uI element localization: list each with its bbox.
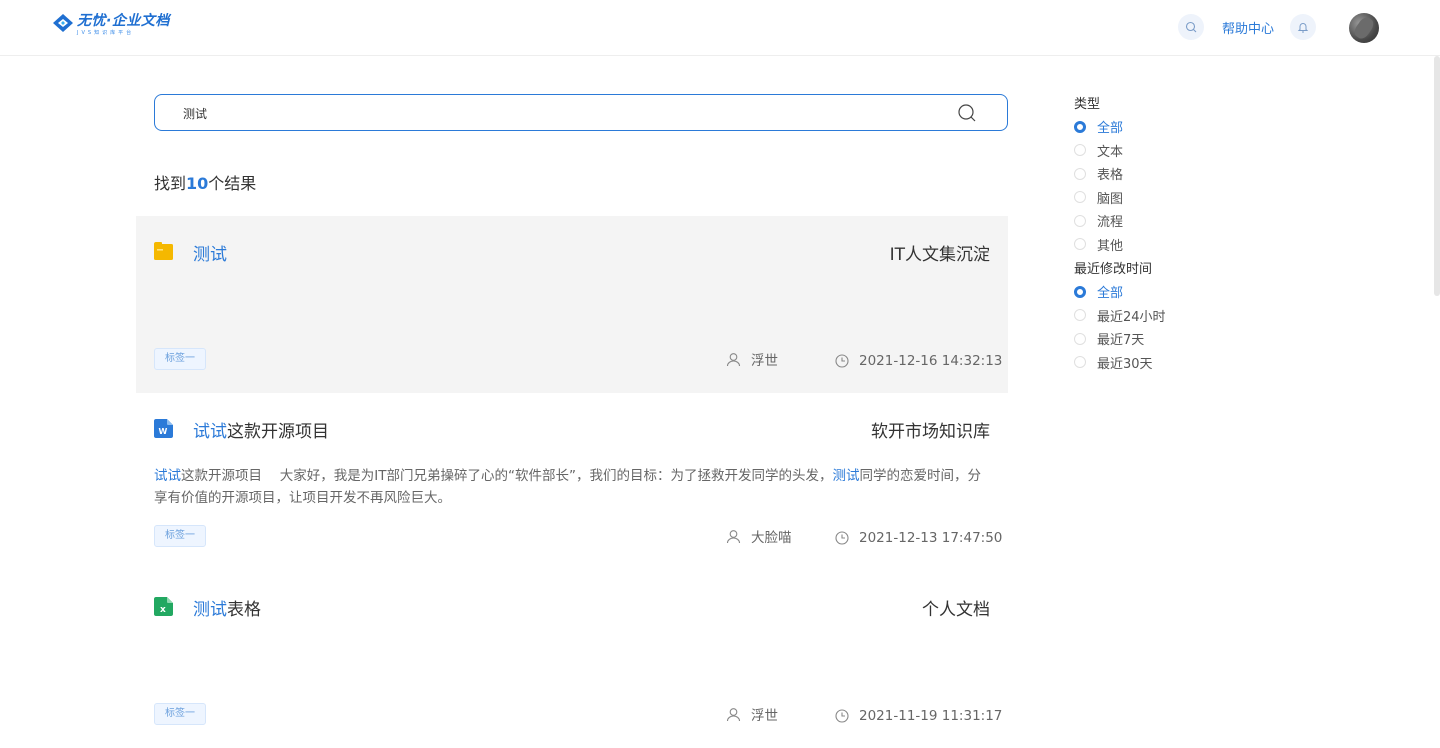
search-input[interactable]: [183, 104, 943, 122]
title-highlight: 试试: [193, 422, 227, 442]
type-option-other[interactable]: 其他: [1074, 233, 1166, 257]
radio-icon: [1074, 120, 1086, 133]
time-option-24h[interactable]: 最近24小时: [1074, 304, 1166, 328]
result-count-prefix: 找到: [154, 174, 187, 193]
user-icon: [726, 707, 741, 721]
result-card[interactable]: W 试试这款开源项目 软开市场知识库 试试这款开源项目 大家好，我是为IT部门兄…: [136, 393, 1008, 570]
word-doc-icon: W: [154, 419, 173, 438]
tag-badge[interactable]: 标签一: [154, 525, 206, 547]
modified-time: 2021-12-13 17:47:50: [835, 530, 1002, 546]
page-scrollbar[interactable]: [1434, 56, 1440, 296]
radio-icon: [1074, 309, 1086, 322]
notifications-button[interactable]: [1290, 14, 1316, 40]
time-option-30d[interactable]: 最近30天: [1074, 351, 1166, 375]
top-navigation-bar: 无忧·企业文档 JVS知识库平台 帮助中心: [0, 0, 1440, 56]
tag-badge[interactable]: 标签一: [154, 703, 206, 725]
knowledge-base-name[interactable]: 软开市场知识库: [871, 417, 990, 442]
time-option-all[interactable]: 全部: [1074, 280, 1166, 304]
type-option-mindmap[interactable]: 脑图: [1074, 186, 1166, 210]
author: 浮世: [726, 349, 778, 369]
excel-sheet-icon: x: [154, 597, 173, 616]
user-avatar[interactable]: [1349, 13, 1379, 43]
type-option-table[interactable]: 表格: [1074, 162, 1166, 186]
clock-icon: [835, 531, 849, 545]
option-label: 最近24小时: [1097, 309, 1166, 325]
option-label: 文本: [1097, 144, 1124, 160]
title-highlight: 测试: [193, 245, 227, 265]
logo-text: 无忧·企业文档: [77, 13, 170, 29]
logo-subtitle: JVS知识库平台: [77, 30, 135, 36]
title-rest: 表格: [227, 600, 261, 620]
radio-icon: [1074, 356, 1086, 369]
search-icon: [1185, 21, 1197, 33]
knowledge-base-name[interactable]: IT人文集沉淀: [890, 240, 990, 265]
result-title[interactable]: 测试: [193, 240, 227, 265]
option-label: 最近30天: [1097, 356, 1153, 372]
option-label: 全部: [1097, 286, 1124, 302]
option-label: 其他: [1097, 238, 1124, 254]
user-icon: [726, 352, 741, 366]
option-label: 流程: [1097, 215, 1124, 231]
radio-icon: [1074, 167, 1086, 180]
modified-time: 2021-12-16 14:32:13: [835, 353, 1002, 369]
option-label: 最近7天: [1097, 333, 1145, 349]
header-search-button[interactable]: [1177, 14, 1204, 40]
app-logo[interactable]: 无忧·企业文档 JVS知识库平台: [52, 13, 170, 43]
type-option-flow[interactable]: 流程: [1074, 209, 1166, 233]
time-text: 2021-11-19 11:31:17: [859, 708, 1003, 724]
result-card[interactable]: x 测试表格 个人文档 标签一 浮世 2021-11-19 11:31:17: [136, 571, 1008, 748]
clock-icon: [835, 354, 849, 368]
time-text: 2021-12-13 17:47:50: [859, 530, 1003, 546]
radio-icon: [1074, 214, 1086, 227]
author-name: 浮世: [751, 353, 778, 369]
user-icon: [726, 529, 741, 543]
modified-time: 2021-11-19 11:31:17: [835, 708, 1002, 724]
clock-icon: [835, 709, 849, 723]
author: 大脸喵: [726, 526, 792, 546]
bell-icon: [1297, 23, 1309, 33]
result-snippet: 试试这款开源项目 大家好，我是为IT部门兄弟操碎了心的“软件部长”，我们的目标：…: [154, 465, 994, 509]
option-label: 脑图: [1097, 191, 1124, 207]
result-count-number: 10: [186, 174, 209, 193]
time-text: 2021-12-16 14:32:13: [859, 353, 1003, 369]
radio-icon: [1074, 285, 1086, 298]
time-filter-title: 最近修改时间: [1074, 262, 1153, 277]
time-filter-group: 全部 最近24小时 最近7天 最近30天: [1074, 280, 1166, 374]
type-filter-group: 全部 文本 表格 脑图 流程 其他: [1074, 115, 1166, 256]
title-highlight: 测试: [193, 600, 227, 620]
author-name: 浮世: [751, 708, 778, 724]
radio-icon: [1074, 144, 1086, 157]
title-rest: 这款开源项目: [227, 422, 329, 442]
result-count: 找到10个结果: [154, 170, 256, 194]
snippet-text: 这款开源项目 大家好，我是为IT部门兄弟操碎了心的“软件部长”，我们的目标：为了…: [181, 468, 833, 484]
search-submit-icon[interactable]: [957, 103, 977, 123]
radio-icon: [1074, 332, 1086, 345]
svg-text:x: x: [160, 605, 166, 615]
search-box: [154, 94, 1008, 131]
folder-icon: [154, 242, 173, 260]
option-label: 全部: [1097, 121, 1124, 137]
option-label: 表格: [1097, 168, 1124, 184]
result-card[interactable]: 测试 IT人文集沉淀 标签一 浮世 2021-12-16 14:32:13: [136, 216, 1008, 393]
snippet-highlight: 测试: [832, 468, 860, 484]
snippet-highlight: 试试: [154, 468, 181, 484]
result-title[interactable]: 试试这款开源项目: [193, 417, 329, 442]
svg-text:W: W: [159, 427, 168, 436]
result-count-suffix: 个结果: [208, 174, 257, 193]
radio-icon: [1074, 191, 1086, 204]
type-filter-title: 类型: [1074, 97, 1101, 112]
knowledge-base-name[interactable]: 个人文档: [922, 595, 990, 620]
type-option-all[interactable]: 全部: [1074, 115, 1166, 139]
tag-badge[interactable]: 标签一: [154, 348, 206, 370]
radio-icon: [1074, 238, 1086, 251]
time-option-7d[interactable]: 最近7天: [1074, 327, 1166, 351]
result-title[interactable]: 测试表格: [193, 595, 261, 620]
filter-panel: 类型 全部 文本 表格 脑图 流程 其他 最近修改时间 全部 最近24小时 最近…: [1074, 95, 1166, 374]
help-center-link[interactable]: 帮助中心: [1222, 18, 1274, 37]
author-name: 大脸喵: [751, 530, 792, 546]
type-option-text[interactable]: 文本: [1074, 139, 1166, 163]
logo-mark-icon: [53, 14, 73, 32]
author: 浮世: [726, 704, 778, 724]
